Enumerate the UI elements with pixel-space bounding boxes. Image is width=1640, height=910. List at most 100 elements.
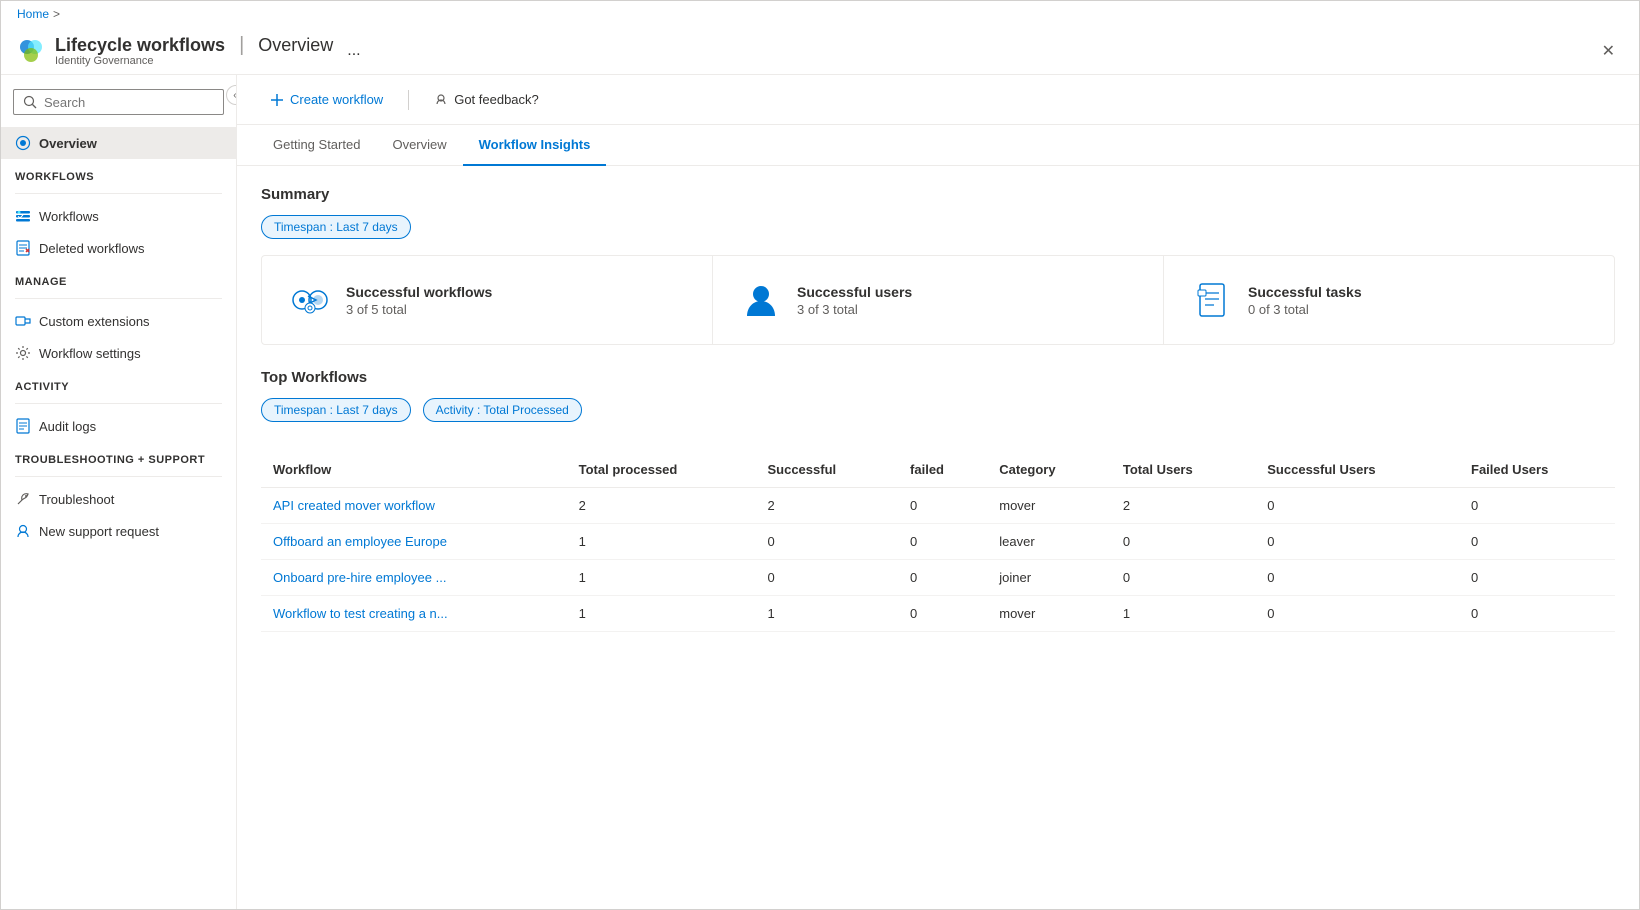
- workflow-card-icon: [290, 280, 330, 320]
- users-card-label: Successful users: [797, 284, 912, 300]
- users-card-text: Successful users 3 of 3 total: [797, 284, 912, 317]
- cell-failed-users-2: 0: [1459, 560, 1615, 596]
- workflow-link-2[interactable]: Onboard pre-hire employee ...: [273, 570, 446, 585]
- cell-successful-2: 0: [755, 560, 898, 596]
- main-layout: « Overview Workflows: [1, 75, 1639, 909]
- cell-workflow-2[interactable]: Onboard pre-hire employee ...: [261, 560, 567, 596]
- col-header-workflow: Workflow: [261, 452, 567, 488]
- sidebar-item-overview-label: Overview: [39, 136, 97, 151]
- table-row: Workflow to test creating a n... 1 1 0 m…: [261, 596, 1615, 632]
- workflow-card-text: Successful workflows 3 of 5 total: [346, 284, 492, 317]
- tab-getting-started[interactable]: Getting Started: [257, 125, 376, 166]
- breadcrumb-separator: >: [53, 7, 60, 21]
- cell-failed-2: 0: [898, 560, 987, 596]
- workflows-table: Workflow Total processed Successful fail…: [261, 452, 1615, 632]
- sidebar-item-new-support-request[interactable]: New support request: [1, 515, 236, 547]
- sidebar-item-workflows[interactable]: Workflows: [1, 200, 236, 232]
- page-content: Summary Timespan : Last 7 days: [237, 166, 1639, 909]
- tasks-card-label: Successful tasks: [1248, 284, 1362, 300]
- cell-workflow-3[interactable]: Workflow to test creating a n...: [261, 596, 567, 632]
- title-separator: |: [239, 34, 244, 57]
- sidebar-item-overview[interactable]: Overview: [1, 127, 236, 159]
- tasks-card-text: Successful tasks 0 of 3 total: [1248, 284, 1362, 317]
- workflow-card-label: Successful workflows: [346, 284, 492, 300]
- sidebar-section-activity: Activity: [1, 369, 236, 397]
- search-input-container[interactable]: [13, 89, 224, 115]
- summary-card-workflows: Successful workflows 3 of 5 total: [262, 256, 713, 344]
- sidebar-collapse-button[interactable]: «: [226, 85, 237, 105]
- more-options-button[interactable]: ...: [347, 42, 360, 60]
- tab-overview[interactable]: Overview: [376, 125, 462, 166]
- summary-cards: Successful workflows 3 of 5 total: [261, 255, 1615, 345]
- sidebar-item-deleted-workflows[interactable]: Deleted workflows: [1, 232, 236, 264]
- top-workflows-timespan-badge[interactable]: Timespan : Last 7 days: [261, 398, 411, 422]
- cell-successful-users-0: 0: [1255, 488, 1459, 524]
- close-button[interactable]: ✕: [1594, 37, 1623, 65]
- workflow-link-1[interactable]: Offboard an employee Europe: [273, 534, 447, 549]
- cell-failed-3: 0: [898, 596, 987, 632]
- col-header-total-users: Total Users: [1111, 452, 1255, 488]
- cell-successful-3: 1: [755, 596, 898, 632]
- audit-logs-icon: [15, 418, 31, 434]
- deleted-workflows-icon: [15, 240, 31, 256]
- new-support-request-icon: [15, 523, 31, 539]
- table-body: API created mover workflow 2 2 0 mover 2…: [261, 488, 1615, 632]
- cell-total-processed-0: 2: [567, 488, 756, 524]
- title-bar: Lifecycle workflows | Overview Identity …: [1, 27, 1639, 75]
- cell-total-users-1: 0: [1111, 524, 1255, 560]
- got-feedback-button[interactable]: Got feedback?: [421, 85, 552, 114]
- sidebar-section-workflows: Workflows: [1, 159, 236, 187]
- custom-extensions-icon: [15, 313, 31, 329]
- sidebar-item-workflows-label: Workflows: [39, 209, 99, 224]
- cell-category-1: leaver: [987, 524, 1111, 560]
- tab-workflow-insights[interactable]: Workflow Insights: [463, 125, 607, 166]
- col-header-successful: Successful: [755, 452, 898, 488]
- app-title: Lifecycle workflows: [55, 35, 225, 56]
- cell-category-2: joiner: [987, 560, 1111, 596]
- top-workflows-activity-badge[interactable]: Activity : Total Processed: [423, 398, 582, 422]
- workflow-card-value: 3 of 5 total: [346, 302, 492, 317]
- sidebar-item-audit-logs[interactable]: Audit logs: [1, 410, 236, 442]
- sidebar-item-deleted-workflows-label: Deleted workflows: [39, 241, 145, 256]
- sidebar-item-workflow-settings[interactable]: Workflow settings: [1, 337, 236, 369]
- sidebar-item-workflow-settings-label: Workflow settings: [39, 346, 141, 361]
- divider-troubleshooting: [15, 476, 222, 477]
- cell-failed-users-3: 0: [1459, 596, 1615, 632]
- workflow-link-3[interactable]: Workflow to test creating a n...: [273, 606, 448, 621]
- plus-icon: [270, 93, 284, 107]
- feedback-icon: [434, 93, 448, 107]
- cell-workflow-1[interactable]: Offboard an employee Europe: [261, 524, 567, 560]
- cell-successful-users-3: 0: [1255, 596, 1459, 632]
- content-area: Create workflow Got feedback? Getting St…: [237, 75, 1639, 909]
- sidebar-item-custom-extensions[interactable]: Custom extensions: [1, 305, 236, 337]
- cell-failed-users-1: 0: [1459, 524, 1615, 560]
- top-workflows-filters: Timespan : Last 7 days Activity : Total …: [261, 398, 1615, 438]
- task-icon: [1192, 280, 1232, 320]
- cell-total-processed-1: 1: [567, 524, 756, 560]
- divider-activity: [15, 403, 222, 404]
- sidebar-item-audit-logs-label: Audit logs: [39, 419, 96, 434]
- table-row: API created mover workflow 2 2 0 mover 2…: [261, 488, 1615, 524]
- timespan-badge[interactable]: Timespan : Last 7 days: [261, 215, 411, 239]
- workflow-link-0[interactable]: API created mover workflow: [273, 498, 435, 513]
- cell-total-processed-2: 1: [567, 560, 756, 596]
- search-input[interactable]: [44, 95, 215, 110]
- create-workflow-button[interactable]: Create workflow: [257, 85, 396, 114]
- breadcrumb-home[interactable]: Home: [17, 7, 49, 21]
- sidebar-item-troubleshoot-label: Troubleshoot: [39, 492, 114, 507]
- user-card-icon: [741, 280, 781, 320]
- got-feedback-label: Got feedback?: [454, 92, 539, 107]
- workflow-icon: [290, 280, 330, 320]
- cell-successful-1: 0: [755, 524, 898, 560]
- tabs: Getting Started Overview Workflow Insigh…: [237, 125, 1639, 166]
- search-icon: [22, 94, 38, 110]
- cell-total-users-0: 2: [1111, 488, 1255, 524]
- workflows-table-container: Workflow Total processed Successful fail…: [261, 452, 1615, 632]
- cell-category-0: mover: [987, 488, 1111, 524]
- task-card-icon: [1192, 280, 1232, 320]
- sidebar-item-troubleshoot[interactable]: Troubleshoot: [1, 483, 236, 515]
- app-frame: Home > Lifecycle workflows | Overview Id…: [0, 0, 1640, 910]
- troubleshoot-icon: [15, 491, 31, 507]
- summary-title: Summary: [261, 186, 1615, 203]
- cell-workflow-0[interactable]: API created mover workflow: [261, 488, 567, 524]
